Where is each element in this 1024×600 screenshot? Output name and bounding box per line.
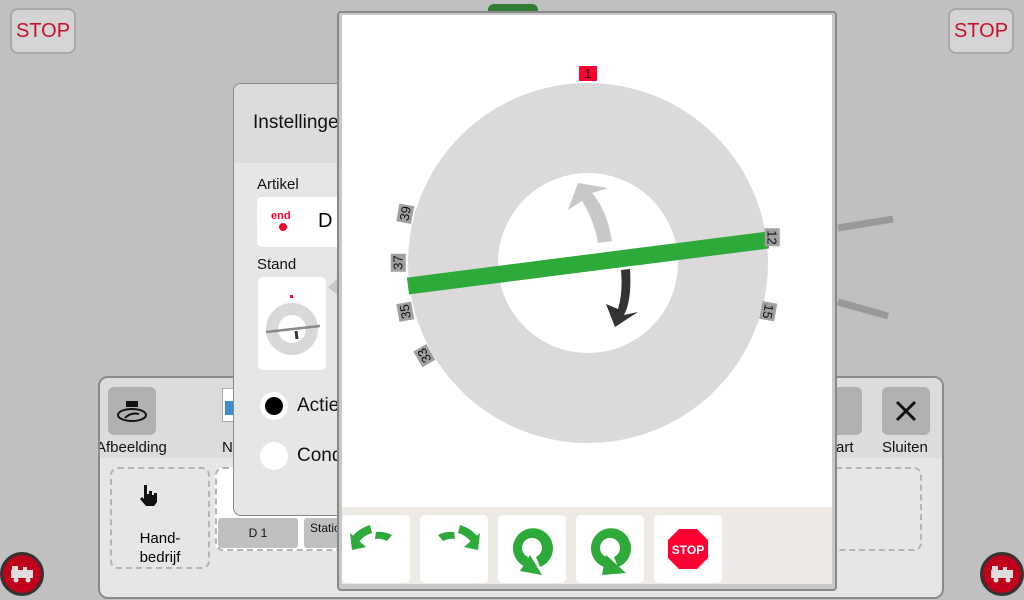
turn-around-button-1[interactable] (498, 515, 566, 583)
turntable-icon (117, 401, 147, 422)
turntable-thumbnail-icon (265, 295, 321, 355)
name-label: N (222, 439, 233, 456)
radio-actie[interactable] (260, 392, 288, 420)
stop-sign-icon: STOP (668, 529, 708, 569)
turntable-diagram (406, 83, 770, 443)
close-icon (895, 400, 917, 422)
afbeelding-button[interactable] (108, 387, 156, 435)
locomotive-icon (991, 566, 1013, 583)
tab-d1[interactable]: D 1 (218, 518, 298, 548)
track-label-active[interactable]: 1 (579, 66, 597, 81)
stop-rotation-button[interactable]: STOP (654, 515, 722, 583)
stop-sign-label: STOP (672, 543, 704, 557)
turn-around-button-2[interactable] (576, 515, 644, 583)
cond-label: Cond (297, 445, 343, 466)
artikel-label: Artikel (257, 176, 299, 193)
sluiten-label: Sluiten (882, 439, 928, 456)
step-right-button[interactable] (420, 515, 488, 583)
stand-preview[interactable] (258, 277, 326, 370)
actie-label: Actie (297, 395, 340, 416)
start-label: art (836, 439, 854, 456)
turntable-popup: 1 39 37 35 33 12 15 STOP (337, 11, 837, 591)
turntable-view[interactable]: 1 39 37 35 33 12 15 (342, 15, 832, 507)
hand-bedrijf-label: Hand- bedrijf (139, 530, 181, 566)
locomotive-icon (11, 566, 33, 583)
rotate-cw-arrow-icon (606, 269, 638, 327)
turn-around-icon (591, 528, 631, 575)
end-dot-icon (279, 223, 287, 231)
track-label-35[interactable]: 35 (396, 301, 415, 322)
track-label-39[interactable]: 39 (396, 203, 415, 224)
turn-around-icon (513, 528, 553, 575)
stand-label: Stand (257, 256, 297, 273)
control-bar: STOP (342, 507, 832, 584)
end-icon: end (271, 210, 291, 222)
track-label-12[interactable]: 12 (764, 228, 780, 247)
settings-title: Instellinge (253, 112, 339, 133)
stop-button-right[interactable]: STOP (948, 8, 1014, 54)
stop-button-left[interactable]: STOP (10, 8, 76, 54)
hand-bedrijf-tile[interactable]: Hand- bedrijf (110, 467, 210, 569)
track-label-37[interactable]: 37 (390, 253, 406, 272)
hand-pointer-icon (140, 485, 157, 506)
loco-button-right[interactable] (980, 552, 1024, 596)
afbeelding-label: Afbeelding (98, 439, 167, 456)
rotate-ccw-arrow-icon (568, 183, 612, 243)
artikel-field[interactable]: end D (257, 197, 347, 247)
rotate-step-right-icon (438, 525, 480, 550)
rotate-step-left-icon (350, 525, 392, 550)
radio-cond[interactable] (260, 442, 288, 470)
empty-slot (828, 467, 922, 551)
track-label-15[interactable]: 15 (759, 301, 778, 322)
artikel-value: D (318, 210, 333, 232)
step-left-button[interactable] (342, 515, 410, 583)
sluiten-button[interactable] (882, 387, 930, 435)
settings-dialog: Instellinge Artikel end D Stand Actie Co… (233, 83, 348, 516)
loco-button-left[interactable] (0, 552, 44, 596)
track-lines (837, 215, 894, 320)
